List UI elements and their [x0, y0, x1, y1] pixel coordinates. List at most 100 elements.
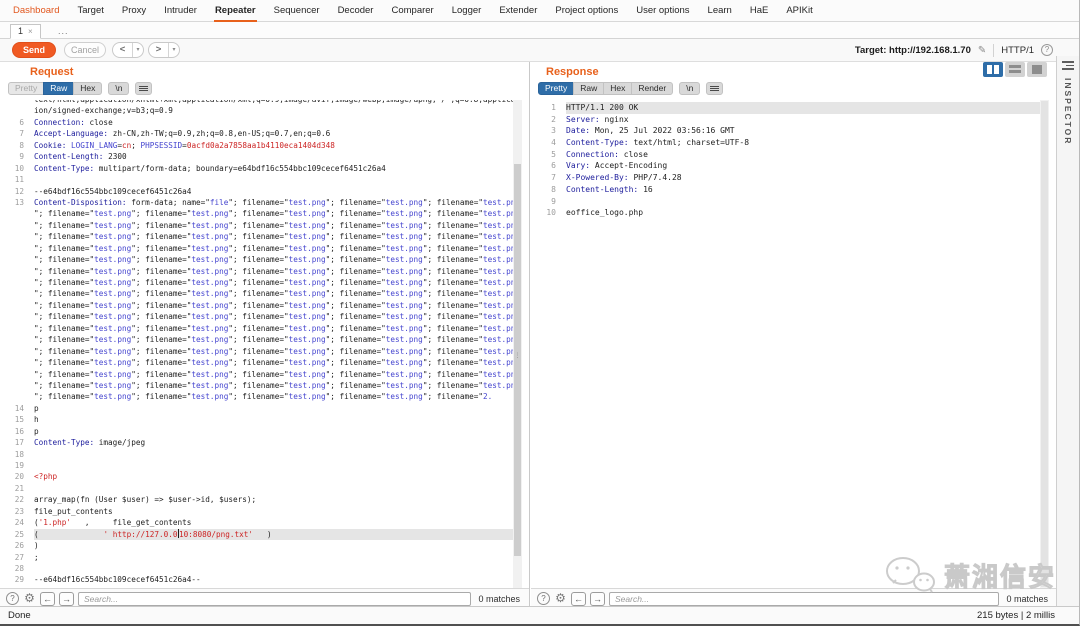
gear-icon[interactable]: ⚙	[554, 592, 567, 605]
menu-item-decoder[interactable]: Decoder	[337, 1, 375, 23]
menu-item-apikit[interactable]: APIKit	[785, 1, 813, 23]
code-line[interactable]: 5 Connection: close	[538, 149, 1049, 161]
code-line[interactable]: 8 Content-Length: 16	[538, 184, 1049, 196]
send-button[interactable]: Send	[12, 42, 56, 58]
tab-hex[interactable]: Hex	[603, 82, 633, 95]
menu-item-project-options[interactable]: Project options	[554, 1, 619, 23]
code-line[interactable]: 9 Content-Length: 2300	[6, 151, 522, 162]
tab-pretty[interactable]: Pretty	[8, 82, 45, 95]
code-line[interactable]: "; filename="test.png"; filename="test.p…	[6, 277, 522, 288]
code-line[interactable]: 28	[6, 563, 522, 574]
forward-history-button[interactable]: > ▾	[148, 42, 180, 58]
code-line[interactable]: "; filename="test.png"; filename="test.p…	[6, 288, 522, 299]
menu-item-intruder[interactable]: Intruder	[163, 1, 198, 23]
show-newlines-button[interactable]: \n	[679, 82, 701, 95]
code-line[interactable]: 2 Server: nginx	[538, 114, 1049, 126]
code-line[interactable]: "; filename="test.png"; filename="test.p…	[6, 254, 522, 265]
code-line[interactable]: ion/signed-exchange;v=b3;q=0.9	[6, 105, 522, 116]
edit-target-icon[interactable]: ✎	[978, 45, 986, 56]
code-line[interactable]: 25( ' http://127.0.0 10:8080/png.txt' )	[6, 528, 522, 541]
code-line[interactable]: "; filename="test.png"; filename="test.p…	[6, 231, 522, 242]
editor-menu-icon[interactable]	[706, 82, 724, 95]
code-line[interactable]: 7 Accept-Language: zh-CN,zh-TW;q=0.9,zh;q…	[6, 128, 522, 139]
code-line[interactable]: 23 file_put_contents	[6, 506, 522, 517]
code-line[interactable]: "; filename="test.png"; filename="test.p…	[6, 334, 522, 345]
code-line[interactable]: 8 Cookie: LOGIN_LANG=cn; PHPSESSID=0acfd0…	[6, 140, 522, 151]
code-line[interactable]: 26)	[6, 540, 522, 551]
code-line[interactable]: 6 Connection: close	[6, 117, 522, 128]
close-icon[interactable]: ×	[28, 27, 33, 36]
chevron-down-icon[interactable]: ▾	[132, 43, 143, 57]
menu-item-learn[interactable]: Learn	[707, 1, 733, 23]
back-history-button[interactable]: < ▾	[112, 42, 144, 58]
menu-item-target[interactable]: Target	[76, 1, 104, 23]
code-line[interactable]: 20 <?php	[6, 471, 522, 482]
code-line[interactable]: "; filename="test.png"; filename="test.p…	[6, 369, 522, 380]
help-icon[interactable]: ?	[537, 592, 550, 605]
code-line[interactable]: 18	[6, 449, 522, 460]
tab-pretty[interactable]: Pretty	[538, 82, 575, 95]
code-line[interactable]: "; filename="test.png"; filename="test.p…	[6, 323, 522, 334]
layout-single-button[interactable]	[1027, 62, 1047, 77]
code-line[interactable]: 15 h	[6, 414, 522, 425]
menu-item-comparer[interactable]: Comparer	[390, 1, 434, 23]
code-line[interactable]: "; filename="test.png"; filename="test.p…	[6, 391, 522, 402]
show-newlines-button[interactable]: \n	[108, 82, 130, 95]
inspector-collapse-icon[interactable]	[1062, 61, 1074, 70]
code-line[interactable]: "; filename="test.png"; filename="test.p…	[6, 357, 522, 368]
tab-render[interactable]: Render	[631, 82, 674, 95]
code-line[interactable]: 17 Content-Type: image/jpeg	[6, 437, 522, 448]
code-line[interactable]: 7 X-Powered-By: PHP/7.4.28	[538, 172, 1049, 184]
search-next-button[interactable]: →	[59, 591, 74, 606]
help-icon[interactable]: ?	[1041, 44, 1053, 56]
chevron-down-icon[interactable]: ▾	[168, 43, 179, 57]
menu-item-proxy[interactable]: Proxy	[121, 1, 147, 23]
tab-raw[interactable]: Raw	[43, 82, 75, 95]
request-search-input[interactable]	[78, 591, 472, 606]
code-line[interactable]: 12 --e64bdf16c554bbc109cecef6451c26a4	[6, 186, 522, 197]
search-next-button[interactable]: →	[590, 591, 605, 606]
response-search-input[interactable]	[609, 591, 1000, 606]
code-line[interactable]: 14 p	[6, 403, 522, 414]
code-line[interactable]: 6 Vary: Accept-Encoding	[538, 160, 1049, 172]
code-line[interactable]: 11	[6, 174, 522, 185]
code-line[interactable]: 27;	[6, 552, 522, 563]
inspector-strip[interactable]: INSPECTOR	[1056, 56, 1079, 608]
code-line[interactable]: "; filename="test.png"; filename="test.p…	[6, 380, 522, 391]
code-line[interactable]: 9	[538, 196, 1049, 208]
code-line[interactable]: 3 Date: Mon, 25 Jul 2022 03:56:16 GMT	[538, 125, 1049, 137]
tab-raw[interactable]: Raw	[573, 82, 605, 95]
gear-icon[interactable]: ⚙	[23, 592, 36, 605]
code-line[interactable]: "; filename="test.png"; filename="test.p…	[6, 220, 522, 231]
response-scrollbar[interactable]	[1040, 100, 1049, 588]
code-line[interactable]: "; filename="test.png"; filename="test.p…	[6, 243, 522, 254]
scrollbar-thumb[interactable]	[1041, 101, 1048, 587]
request-editor[interactable]: text/html,application/xhtml+xml,applicat…	[6, 100, 522, 588]
menu-item-hae[interactable]: HaE	[749, 1, 769, 23]
search-prev-button[interactable]: ←	[571, 591, 586, 606]
menu-item-dashboard[interactable]: Dashboard	[12, 1, 60, 23]
code-line[interactable]: 19	[6, 460, 522, 471]
code-line[interactable]: "; filename="test.png"; filename="test.p…	[6, 346, 522, 357]
request-scrollbar[interactable]: ⋮	[513, 100, 522, 588]
http-version-selector[interactable]: HTTP/1	[1001, 45, 1034, 56]
code-line[interactable]: "; filename="test.png"; filename="test.p…	[6, 266, 522, 277]
scrollbar-thumb[interactable]: ⋮	[514, 164, 521, 556]
code-line[interactable]: "; filename="test.png"; filename="test.p…	[6, 300, 522, 311]
menu-item-user-options[interactable]: User options	[635, 1, 690, 23]
code-line[interactable]: 29 --e64bdf16c554bbc109cecef6451c26a4--	[6, 574, 522, 585]
cancel-button[interactable]: Cancel	[64, 42, 106, 58]
tab-hex[interactable]: Hex	[73, 82, 103, 95]
code-line[interactable]: 16 p	[6, 426, 522, 437]
menu-item-extender[interactable]: Extender	[498, 1, 538, 23]
more-tabs-button[interactable]: ...	[58, 24, 69, 38]
code-line[interactable]: 22 array_map(fn (User $user) => $user->id…	[6, 494, 522, 505]
help-icon[interactable]: ?	[6, 592, 19, 605]
repeater-tab-1[interactable]: 1 ×	[10, 24, 41, 39]
code-line[interactable]: 10 Content-Type: multipart/form-data; bou…	[6, 163, 522, 174]
code-line[interactable]: 21	[6, 483, 522, 494]
code-line[interactable]: 13 Content-Disposition: form-data; name="…	[6, 197, 522, 208]
code-line[interactable]: "; filename="test.png"; filename="test.p…	[6, 208, 522, 219]
code-line[interactable]: 4 Content-Type: text/html; charset=UTF-8	[538, 137, 1049, 149]
menu-item-sequencer[interactable]: Sequencer	[273, 1, 321, 23]
